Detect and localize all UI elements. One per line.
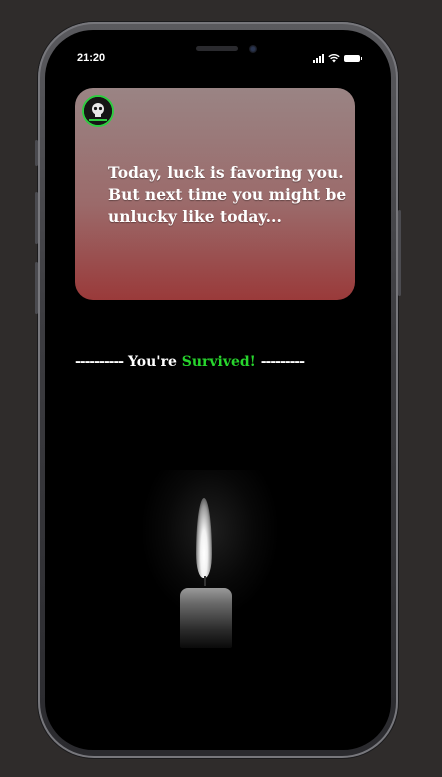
front-camera — [249, 45, 257, 53]
result-line: ---------- You're Survived! --------- — [75, 354, 365, 370]
candle-body — [180, 588, 232, 648]
result-highlight: Survived! — [181, 354, 256, 370]
skull-avatar-icon — [82, 95, 114, 127]
phone-power-button — [398, 210, 401, 296]
status-time: 21:20 — [77, 52, 106, 64]
phone-volume-down-button — [35, 262, 38, 314]
candle-wick — [204, 576, 206, 586]
battery-icon — [344, 55, 362, 62]
phone-volume-up-button — [35, 192, 38, 244]
right-dashes: --------- — [260, 354, 305, 370]
speaker-grille — [196, 46, 238, 51]
left-dashes: ---------- — [75, 354, 124, 370]
phone-side-button — [35, 140, 38, 166]
candle-icon — [140, 470, 280, 690]
result-prefix: You're — [127, 354, 182, 370]
wifi-icon — [328, 53, 340, 63]
status-icons — [313, 51, 362, 63]
message-text: Today, luck is favoring you. But next ti… — [108, 163, 347, 226]
cellular-signal-icon — [313, 54, 324, 63]
